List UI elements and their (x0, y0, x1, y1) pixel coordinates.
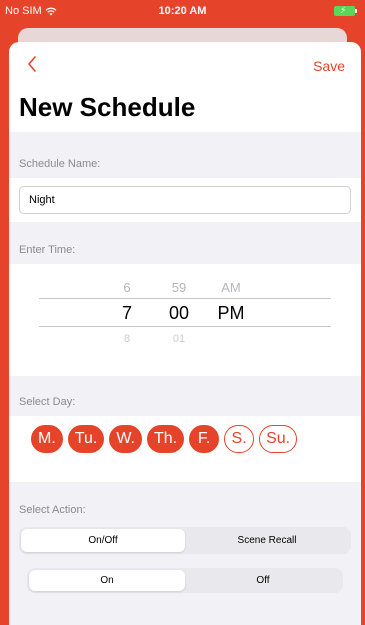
page-title: New Schedule (19, 92, 196, 122)
picker-selection-line-bottom (39, 326, 331, 327)
battery-charging-icon: ⚡ (334, 5, 357, 16)
hour-selected[interactable]: 7 (107, 303, 147, 324)
section-header-day: Select Day: (9, 376, 361, 416)
chevron-left-icon (28, 56, 36, 72)
minute-above: 59 (171, 280, 187, 295)
schedule-name-input[interactable]: Night (19, 186, 351, 214)
period-selected[interactable]: PM (211, 303, 251, 324)
day-toggle-3[interactable]: Th. (146, 425, 185, 453)
clock: 10:20 AM (158, 5, 207, 17)
minute-selected[interactable]: 00 (159, 303, 199, 324)
status-bar: No SIM 10:20 AM ⚡ (0, 0, 365, 22)
power-option-1[interactable]: Off (185, 570, 341, 591)
day-toggle-2[interactable]: W. (109, 425, 142, 453)
modal-sheet: Save New Schedule Schedule Name: Night E… (9, 42, 361, 625)
action-option-1[interactable]: Scene Recall (185, 529, 349, 552)
hour-below: 8 (123, 333, 131, 345)
action-option-0[interactable]: On/Off (21, 529, 185, 552)
save-button[interactable]: Save (313, 58, 345, 74)
section-header-time: Enter Time: (9, 222, 361, 264)
day-toggle-0[interactable]: M. (31, 425, 63, 453)
section-header-name: Schedule Name: (9, 132, 361, 178)
day-toggle-4[interactable]: F. (189, 425, 220, 453)
day-selector: M. Tu. W. Th. F. S. Su. (9, 416, 361, 462)
day-toggle-1[interactable]: Tu. (67, 425, 105, 453)
picker-selection-line-top (39, 298, 331, 299)
hour-above: 6 (123, 280, 131, 295)
day-toggle-6[interactable]: Su. (259, 425, 298, 453)
day-toggle-5[interactable]: S. (224, 425, 255, 453)
back-button[interactable] (23, 54, 43, 74)
section-header-action: Select Action: (9, 482, 361, 524)
time-picker[interactable]: 6 7 8 59 00 01 AM PM (9, 264, 361, 376)
action-segmented-control: On/Off Scene Recall (19, 527, 351, 554)
power-segmented-control: On Off (27, 568, 343, 593)
nav-bar: Save (9, 42, 361, 88)
minute-below: 01 (172, 333, 186, 345)
power-option-0[interactable]: On (29, 570, 185, 591)
period-above: AM (221, 280, 241, 295)
